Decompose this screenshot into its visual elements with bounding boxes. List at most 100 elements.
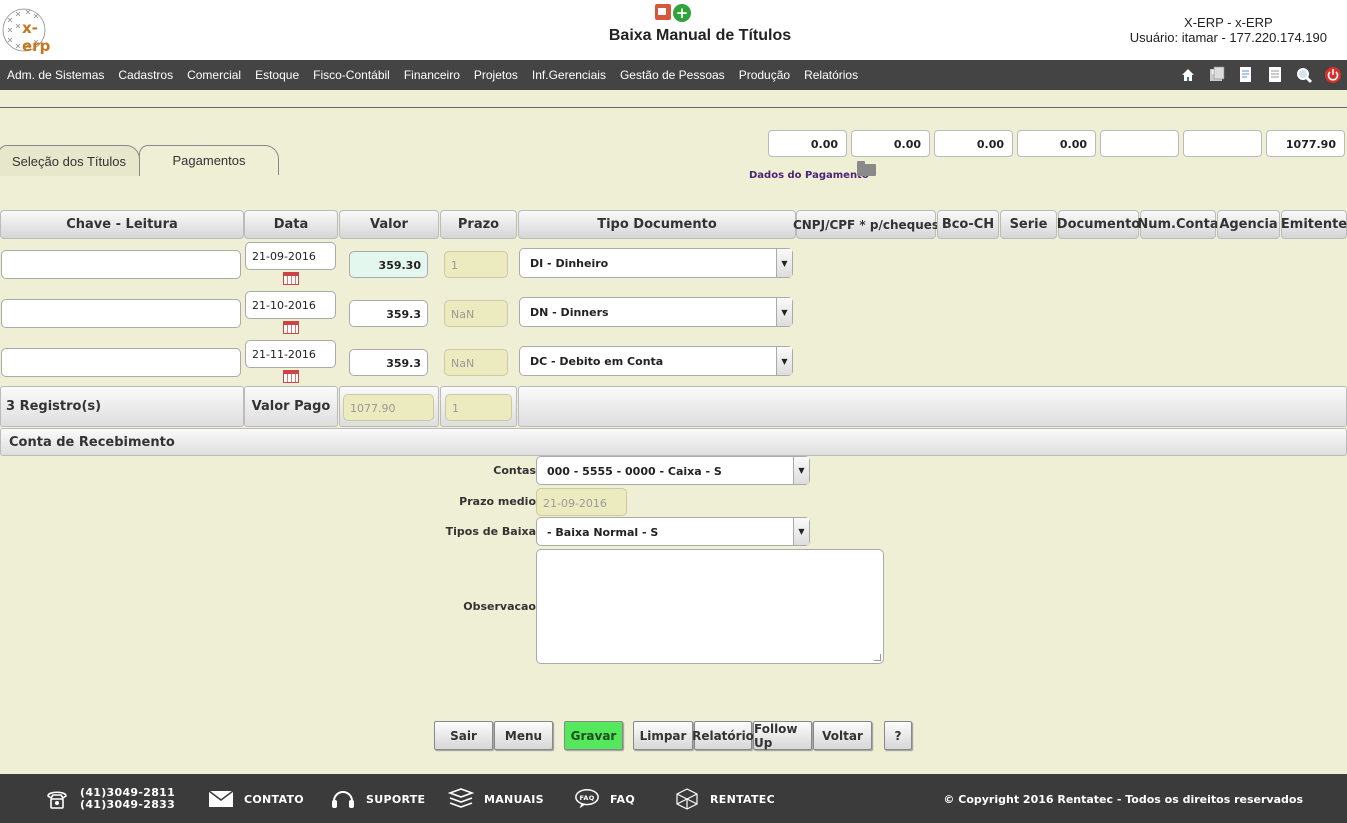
date-input[interactable]: 21-10-2016 — [245, 291, 336, 319]
faq-bubble-icon: FAQ — [574, 787, 600, 811]
col-prazo: Prazo — [440, 210, 517, 239]
registros-count: 3 Registro(s) — [0, 386, 244, 427]
menu-adm-sistemas[interactable]: Adm. de Sistemas — [0, 68, 111, 82]
summary-filler — [518, 386, 1347, 427]
valor-input[interactable]: 359.30 — [349, 251, 428, 278]
valor-pago-label: Valor Pago — [244, 386, 338, 427]
tipo-documento-select[interactable]: DI - Dinheiro ▼ — [519, 248, 793, 278]
total-field — [1183, 130, 1262, 157]
tab-selecao-titulos[interactable]: Seleção dos Títulos — [0, 145, 140, 176]
valor-input[interactable]: 359.3 — [349, 349, 428, 376]
menu-inf-gerenciais[interactable]: Inf.Gerenciais — [525, 68, 613, 82]
contato-label: CONTATO — [244, 792, 304, 806]
contas-select[interactable]: 000 - 5555 - 0000 - Caixa - S ▼ — [536, 456, 810, 485]
footer-contato[interactable]: CONTATO — [208, 787, 304, 811]
add-icon[interactable]: + — [673, 4, 691, 22]
prazo-field: 1 — [444, 251, 508, 278]
user-info: X-ERP - x-ERP Usuário: itamar - 177.220.… — [1130, 15, 1327, 45]
power-icon[interactable] — [1323, 66, 1343, 84]
col-data: Data — [244, 210, 338, 239]
total-field — [1100, 130, 1179, 157]
tipos-baixa-label: Tipos de Baixa — [445, 525, 536, 538]
search-icon[interactable] — [1294, 66, 1314, 84]
footer-suporte[interactable]: SUPORTE — [330, 787, 425, 811]
col-tipo-documento: Tipo Documento — [518, 210, 796, 239]
relatorio-button[interactable]: Relatório — [692, 721, 754, 750]
dropdown-arrow-icon[interactable]: ▼ — [793, 457, 809, 484]
home-icon[interactable] — [1178, 66, 1198, 84]
menu-comercial[interactable]: Comercial — [180, 68, 248, 82]
menu-fisco-contabil[interactable]: Fisco-Contábil — [306, 68, 397, 82]
observacao-textarea[interactable] — [536, 549, 884, 664]
rentatec-logo-icon — [674, 787, 700, 811]
dropdown-arrow-icon[interactable]: ▼ — [793, 518, 809, 545]
title-actions: + — [655, 4, 691, 22]
manuais-label: MANUAIS — [484, 792, 544, 806]
dropdown-arrow-icon[interactable]: ▼ — [776, 249, 792, 277]
tipos-baixa-value: - Baixa Normal - S — [547, 526, 659, 539]
date-input[interactable]: 21-09-2016 — [245, 242, 336, 270]
chave-input[interactable] — [1, 250, 241, 279]
voltar-button[interactable]: Voltar — [813, 721, 872, 750]
headset-icon — [330, 787, 356, 811]
col-num-conta: Num.Conta — [1137, 210, 1219, 239]
menu-projetos[interactable]: Projetos — [467, 68, 525, 82]
presentation-icon[interactable] — [655, 4, 671, 20]
calendar-icon[interactable] — [283, 370, 299, 383]
follow-up-button[interactable]: Follow Up — [753, 721, 812, 750]
contas-value: 000 - 5555 - 0000 - Caixa - S — [547, 465, 722, 478]
save-icon[interactable] — [1207, 66, 1227, 84]
contas-label: Contas — [493, 464, 536, 477]
col-documento: Documento — [1057, 210, 1140, 239]
tipo-documento-select[interactable]: DC - Debito em Conta ▼ — [519, 346, 793, 376]
tipo-documento-select[interactable]: DN - Dinners ▼ — [519, 297, 793, 327]
report-icon[interactable] — [1265, 66, 1285, 84]
total-field-sum: 1077.90 — [1266, 130, 1345, 157]
footer-rentatec[interactable]: RENTATEC — [674, 787, 775, 811]
faq-label: FAQ — [610, 792, 636, 806]
tipos-baixa-select[interactable]: - Baixa Normal - S ▼ — [536, 517, 810, 546]
footer-manuais[interactable]: MANUAIS — [448, 787, 544, 811]
col-agencia: Agencia — [1217, 210, 1280, 239]
document-edit-icon[interactable] — [1236, 66, 1256, 84]
dropdown-arrow-icon[interactable]: ▼ — [776, 347, 792, 375]
divider — [0, 107, 1347, 108]
valor-input[interactable]: 359.3 — [349, 300, 428, 327]
svg-text:FAQ: FAQ — [579, 794, 594, 802]
gravar-button[interactable]: Gravar — [564, 721, 623, 750]
header: x-erp + Baixa Manual de Títulos X-ERP - … — [0, 0, 1347, 60]
footer: (41)3049-2811 (41)3049-2833 CONTATO SUPO… — [0, 774, 1347, 823]
prazo-field: NaN — [444, 349, 508, 376]
telephone-icon — [44, 787, 70, 811]
suporte-label: SUPORTE — [366, 792, 426, 806]
calendar-icon[interactable] — [283, 272, 299, 285]
menu-button[interactable]: Menu — [494, 721, 553, 750]
calendar-icon[interactable] — [283, 321, 299, 334]
limpar-button[interactable]: Limpar — [633, 721, 693, 750]
col-cnpj-cpf: CNPJ/CPF * p/cheques — [793, 210, 939, 239]
chave-input[interactable] — [1, 348, 241, 377]
menu-financeiro[interactable]: Financeiro — [397, 68, 467, 82]
dropdown-arrow-icon[interactable]: ▼ — [776, 298, 792, 326]
tipo-documento-value: DC - Debito em Conta — [530, 355, 664, 368]
folder-icon[interactable] — [857, 161, 876, 176]
help-button[interactable]: ? — [884, 721, 912, 750]
menu-producao[interactable]: Produção — [732, 68, 797, 82]
tab-pagamentos[interactable]: Pagamentos — [139, 145, 279, 175]
footer-phones: (41)3049-2811 (41)3049-2833 — [44, 787, 175, 811]
menu-estoque[interactable]: Estoque — [248, 68, 306, 82]
tipo-documento-value: DN - Dinners — [530, 306, 609, 319]
menu-cadastros[interactable]: Cadastros — [111, 68, 180, 82]
dados-pagamento-link[interactable]: Dados do Pagamento — [749, 170, 869, 181]
menu-gestao-pessoas[interactable]: Gestão de Pessoas — [613, 68, 732, 82]
chave-input[interactable] — [1, 299, 241, 328]
menu-relatorios[interactable]: Relatórios — [797, 68, 865, 82]
footer-faq[interactable]: FAQ FAQ — [574, 787, 635, 811]
total-field: 0.00 — [768, 130, 847, 157]
toolbar — [1178, 66, 1343, 84]
phone-2: (41)3049-2833 — [80, 798, 176, 811]
observacao-label: Observacao — [463, 600, 536, 613]
date-input[interactable]: 21-11-2016 — [245, 340, 336, 368]
sair-button[interactable]: Sair — [434, 721, 493, 750]
rentatec-label: RENTATEC — [710, 792, 775, 806]
